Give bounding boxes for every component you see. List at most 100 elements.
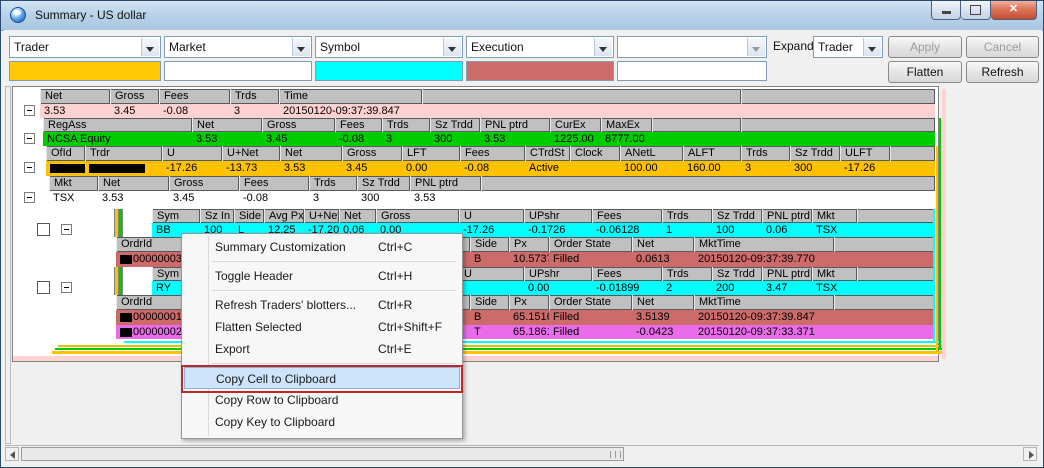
data-cell[interactable]: 0.00: [524, 281, 592, 295]
collapse-expander-icon[interactable]: [24, 162, 35, 173]
data-cell[interactable]: B: [470, 252, 509, 267]
data-cell[interactable]: 3: [230, 104, 279, 118]
data-cell[interactable]: 1: [662, 223, 712, 237]
data-cell[interactable]: [834, 310, 935, 325]
data-cell[interactable]: [741, 104, 935, 118]
menu-item-copy-key-to-clipboard[interactable]: Copy Key to Clipboard: [184, 411, 460, 433]
data-cell[interactable]: -17.26: [459, 223, 524, 237]
data-cell[interactable]: 3: [382, 132, 430, 146]
filter-combo-empty[interactable]: [617, 36, 767, 58]
data-cell[interactable]: 3.47: [762, 281, 812, 295]
data-cell[interactable]: [481, 191, 935, 205]
data-cell[interactable]: 0.06: [762, 223, 812, 237]
filter-value-field[interactable]: [9, 61, 161, 81]
data-cell[interactable]: 3.53: [98, 191, 169, 205]
data-cell[interactable]: TSX: [812, 281, 857, 295]
filter-combo-execution[interactable]: Execution: [466, 36, 614, 58]
data-cell[interactable]: 2: [662, 281, 712, 295]
title-bar[interactable]: Summary - US dollar ✕: [1, 1, 1043, 31]
apply-button[interactable]: Apply: [888, 36, 962, 58]
data-cell[interactable]: Filled: [549, 325, 632, 339]
symbol-row-bb[interactable]: BB100L12.25-17.200.060.00-17.26-0.1726-0…: [12, 223, 939, 237]
data-cell[interactable]: 100: [712, 223, 762, 237]
collapse-expander-icon[interactable]: [24, 133, 35, 144]
minimize-button[interactable]: [931, 1, 961, 20]
data-cell[interactable]: [834, 252, 935, 267]
data-cell[interactable]: [834, 325, 935, 339]
data-cell[interactable]: 20150120-09:37:33.371: [694, 325, 834, 339]
data-cell[interactable]: [857, 223, 935, 237]
data-cell[interactable]: [741, 132, 935, 146]
data-cell[interactable]: [857, 281, 935, 295]
menu-item-export[interactable]: ExportCtrl+E: [184, 338, 460, 360]
data-cell[interactable]: 10.573767: [509, 252, 549, 267]
filter-combo-trader[interactable]: Trader: [9, 36, 161, 58]
row-select-checkbox[interactable]: [37, 281, 50, 294]
refresh-button[interactable]: Refresh: [966, 61, 1039, 83]
data-cell[interactable]: 160.00: [683, 161, 741, 176]
data-cell[interactable]: 8777.00: [601, 132, 652, 146]
currency-total-row[interactable]: 3.533.45-0.08320150120-09:37:39.847: [12, 104, 939, 118]
left-scrollbar[interactable]: [5, 86, 11, 444]
data-cell[interactable]: 300: [790, 161, 840, 176]
cancel-button[interactable]: Cancel: [966, 36, 1039, 58]
data-cell[interactable]: 100.00: [620, 161, 683, 176]
data-cell[interactable]: -0.08: [239, 191, 309, 205]
data-cell[interactable]: -13.73: [222, 161, 280, 176]
data-cell[interactable]: 3.53: [192, 132, 262, 146]
menu-item-copy-row-to-clipboard[interactable]: Copy Row to Clipboard: [184, 389, 460, 411]
data-cell[interactable]: 3.45: [110, 104, 159, 118]
order-row-ry-1[interactable]: 00000001M17B65.151669Filled3.51392015012…: [12, 310, 939, 325]
data-cell[interactable]: NCSA Equity: [43, 132, 192, 146]
data-cell[interactable]: 3.53: [40, 104, 110, 118]
menu-item-summary-customization[interactable]: Summary CustomizationCtrl+C: [184, 236, 460, 258]
data-cell[interactable]: 300: [430, 132, 480, 146]
data-cell[interactable]: Active: [525, 161, 570, 176]
scrollbar-thumb[interactable]: [21, 447, 624, 461]
filter-value-field[interactable]: [617, 61, 767, 81]
data-cell[interactable]: 3: [309, 191, 357, 205]
data-cell[interactable]: TSX: [812, 223, 857, 237]
data-cell[interactable]: 3.45: [169, 191, 239, 205]
filter-combo-market[interactable]: Market: [164, 36, 312, 58]
data-cell[interactable]: 200: [712, 281, 762, 295]
close-button[interactable]: ✕: [991, 1, 1037, 20]
data-cell[interactable]: TSX: [49, 191, 98, 205]
menu-item-refresh-traders-blotters[interactable]: Refresh Traders' blotters...Ctrl+R: [184, 294, 460, 316]
order-row-ry-2[interactable]: 00000002M17T65.186195Filled-0.0423201501…: [12, 325, 939, 339]
data-cell[interactable]: 20150120-09:37:39.770: [694, 252, 834, 267]
data-cell[interactable]: 3.53: [480, 132, 550, 146]
data-cell[interactable]: Filled: [549, 252, 632, 267]
market-row[interactable]: TSX3.533.45-0.0833003.53: [12, 191, 939, 205]
data-cell[interactable]: 3.53: [280, 161, 342, 176]
filter-value-field[interactable]: [315, 61, 463, 81]
data-cell[interactable]: -0.1726: [524, 223, 592, 237]
data-cell[interactable]: 65.151669: [509, 310, 549, 325]
data-cell[interactable]: 3.5139: [632, 310, 694, 325]
collapse-expander-icon[interactable]: [61, 224, 72, 235]
data-cell[interactable]: 20150120-09:37:39.847: [279, 104, 422, 118]
data-cell[interactable]: 3.45: [262, 132, 335, 146]
data-cell[interactable]: 300: [357, 191, 410, 205]
maximize-button[interactable]: [961, 1, 991, 20]
scroll-right-button[interactable]: [1023, 447, 1037, 461]
data-cell[interactable]: T: [470, 325, 509, 339]
data-cell[interactable]: 1225.00: [550, 132, 601, 146]
collapse-expander-icon[interactable]: [61, 282, 72, 293]
data-cell[interactable]: 65.186195: [509, 325, 549, 339]
scroll-left-button[interactable]: [5, 447, 19, 461]
data-cell[interactable]: 0.00: [402, 161, 460, 176]
order-row-bb-1[interactable]: 00000003M17B10.573767Filled0.06132015012…: [12, 252, 939, 267]
data-cell[interactable]: [890, 161, 935, 176]
data-cell[interactable]: 20150120-09:37:39.847: [694, 310, 834, 325]
data-cell[interactable]: [570, 161, 620, 176]
data-cell[interactable]: -17.26: [162, 161, 222, 176]
menu-item-flatten-selected[interactable]: Flatten SelectedCtrl+Shift+F: [184, 316, 460, 338]
filter-value-field[interactable]: [164, 61, 312, 81]
data-cell[interactable]: 3: [741, 161, 790, 176]
data-cell[interactable]: [46, 161, 85, 176]
menu-item-toggle-header[interactable]: Toggle HeaderCtrl+H: [184, 265, 460, 287]
data-cell[interactable]: -0.01899: [592, 281, 662, 295]
data-cell[interactable]: [422, 104, 741, 118]
collapse-expander-icon[interactable]: [24, 105, 35, 116]
